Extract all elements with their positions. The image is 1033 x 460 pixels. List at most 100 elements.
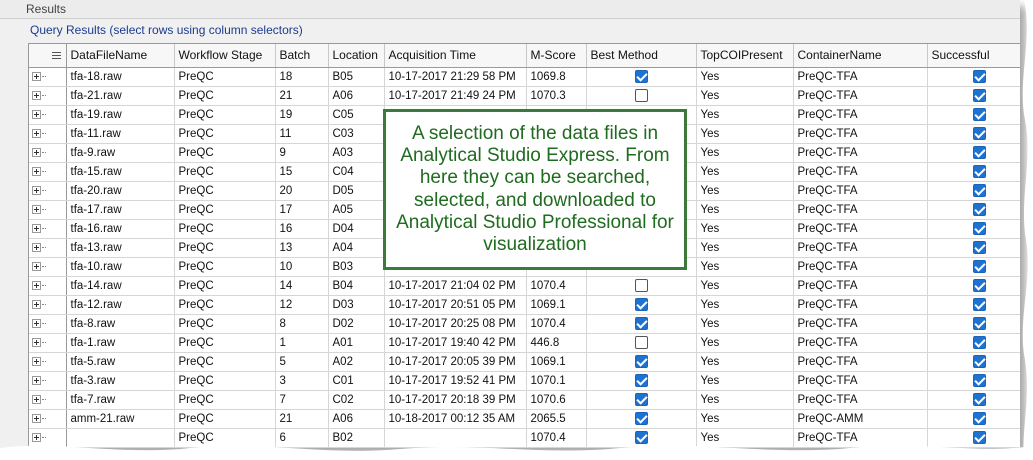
expand-plus-icon[interactable] — [32, 299, 41, 309]
expand-plus-icon[interactable] — [32, 242, 41, 252]
cell-best-method[interactable] — [586, 86, 697, 106]
cell-best-method[interactable] — [586, 371, 697, 391]
row-selector[interactable] — [47, 238, 67, 258]
cell-successful[interactable] — [927, 352, 1020, 372]
row-expander[interactable] — [29, 314, 47, 334]
expand-plus-icon[interactable] — [32, 356, 41, 366]
table-row[interactable]: tfa-18.raw PreQC 18 B05 10-17-2017 21:29 58 … — [29, 67, 1020, 87]
checkbox-checked-icon[interactable] — [634, 412, 648, 425]
row-expander[interactable] — [29, 124, 47, 144]
cell-successful[interactable] — [927, 276, 1020, 296]
expand-plus-icon[interactable] — [32, 375, 41, 385]
checkbox-checked-icon[interactable] — [972, 70, 986, 83]
checkbox-checked-icon[interactable] — [634, 393, 648, 406]
column-header-datafilename[interactable]: DataFileName — [66, 44, 175, 68]
checkbox-checked-icon[interactable] — [972, 336, 986, 349]
table-row[interactable]: tfa-7.raw PreQC 7 C02 10-17-2017 20:18 39 PM… — [29, 390, 1020, 410]
checkbox-checked-icon[interactable] — [634, 70, 648, 83]
checkbox-checked-icon[interactable] — [634, 298, 648, 311]
row-expander[interactable] — [29, 181, 47, 201]
table-row[interactable]: tfa-3.raw PreQC 3 C01 10-17-2017 19:52 41 PM… — [29, 371, 1020, 391]
cell-successful[interactable] — [927, 67, 1020, 87]
row-expander[interactable] — [29, 162, 47, 182]
column-header-batch[interactable]: Batch — [275, 44, 329, 68]
row-selector[interactable] — [47, 181, 67, 201]
expand-plus-icon[interactable] — [32, 204, 41, 214]
column-header-successful[interactable]: Successful — [927, 44, 1020, 68]
row-expander[interactable] — [29, 276, 47, 296]
checkbox-checked-icon[interactable] — [972, 412, 986, 425]
checkbox-unchecked-icon[interactable] — [634, 336, 648, 349]
expand-plus-icon[interactable] — [32, 166, 41, 176]
cell-successful[interactable] — [927, 181, 1020, 201]
cell-best-method[interactable] — [586, 333, 697, 353]
row-expander[interactable] — [29, 238, 47, 258]
checkbox-checked-icon[interactable] — [972, 279, 986, 292]
row-selector[interactable] — [47, 390, 67, 410]
row-expander[interactable] — [29, 105, 47, 125]
row-expander[interactable] — [29, 257, 47, 277]
row-selector[interactable] — [47, 219, 67, 239]
checkbox-unchecked-icon[interactable] — [634, 279, 648, 292]
expand-plus-icon[interactable] — [32, 318, 41, 328]
row-selector[interactable] — [47, 257, 67, 277]
row-expander[interactable] — [29, 219, 47, 239]
column-header-m-score[interactable]: M-Score — [526, 44, 587, 68]
row-selector[interactable] — [47, 295, 67, 315]
checkbox-checked-icon[interactable] — [972, 127, 986, 140]
expand-plus-icon[interactable] — [32, 337, 41, 347]
table-row[interactable]: tfa-5.raw PreQC 5 A02 10-17-2017 20:05 39 PM… — [29, 352, 1020, 372]
row-expander[interactable] — [29, 86, 47, 106]
checkbox-checked-icon[interactable] — [634, 317, 648, 330]
cell-successful[interactable] — [927, 86, 1020, 106]
cell-successful[interactable] — [927, 409, 1020, 429]
table-row[interactable]: tfa-8.raw PreQC 8 D02 10-17-2017 20:25 08 PM… — [29, 314, 1020, 334]
table-row[interactable]: tfa-21.raw PreQC 21 A06 10-17-2017 21:49 24 … — [29, 86, 1020, 106]
cell-successful[interactable] — [927, 219, 1020, 239]
table-row[interactable]: tfa-12.raw PreQC 12 D03 10-17-2017 20:51 05 … — [29, 295, 1020, 315]
cell-successful[interactable] — [927, 390, 1020, 410]
row-expander[interactable] — [29, 143, 47, 163]
checkbox-checked-icon[interactable] — [972, 108, 986, 121]
checkbox-checked-icon[interactable] — [634, 355, 648, 368]
column-header-topcoipresent[interactable]: TopCOIPresent — [696, 44, 794, 68]
expand-plus-icon[interactable] — [32, 128, 41, 138]
row-expander[interactable] — [29, 371, 47, 391]
row-selector[interactable] — [47, 371, 67, 391]
row-selector[interactable] — [47, 162, 67, 182]
checkbox-checked-icon[interactable] — [972, 89, 986, 102]
checkbox-checked-icon[interactable] — [972, 393, 986, 406]
cell-successful[interactable] — [927, 333, 1020, 353]
checkbox-checked-icon[interactable] — [972, 203, 986, 216]
cell-best-method[interactable] — [586, 352, 697, 372]
cell-successful[interactable] — [927, 371, 1020, 391]
checkbox-checked-icon[interactable] — [972, 184, 986, 197]
row-expander[interactable] — [29, 409, 47, 429]
table-row[interactable]: tfa-1.raw PreQC 1 A01 10-17-2017 19:40 42 PM… — [29, 333, 1020, 353]
table-row[interactable]: amm-21.raw PreQC 21 A06 10-18-2017 00:12 35 … — [29, 409, 1020, 429]
column-header-best-method[interactable]: Best Method — [586, 44, 697, 68]
row-expander[interactable] — [29, 67, 47, 87]
row-selector[interactable] — [47, 409, 67, 429]
cell-successful[interactable] — [927, 200, 1020, 220]
cell-successful[interactable] — [927, 162, 1020, 182]
cell-successful[interactable] — [927, 143, 1020, 163]
cell-successful[interactable] — [927, 105, 1020, 125]
cell-best-method[interactable] — [586, 276, 697, 296]
table-row[interactable]: tfa-14.raw PreQC 14 B04 10-17-2017 21:04 02 … — [29, 276, 1020, 296]
row-selector[interactable] — [47, 86, 67, 106]
checkbox-checked-icon[interactable] — [972, 165, 986, 178]
row-selector[interactable] — [47, 352, 67, 372]
expand-plus-icon[interactable] — [32, 90, 41, 100]
row-expander[interactable] — [29, 333, 47, 353]
checkbox-checked-icon[interactable] — [972, 317, 986, 330]
cell-successful[interactable] — [927, 257, 1020, 277]
checkbox-unchecked-icon[interactable] — [634, 89, 648, 102]
expand-plus-icon[interactable] — [32, 223, 41, 233]
expand-plus-icon[interactable] — [32, 413, 41, 423]
row-selector[interactable] — [47, 143, 67, 163]
cell-successful[interactable] — [927, 295, 1020, 315]
cell-best-method[interactable] — [586, 409, 697, 429]
row-expander[interactable] — [29, 295, 47, 315]
expand-plus-icon[interactable] — [32, 147, 41, 157]
